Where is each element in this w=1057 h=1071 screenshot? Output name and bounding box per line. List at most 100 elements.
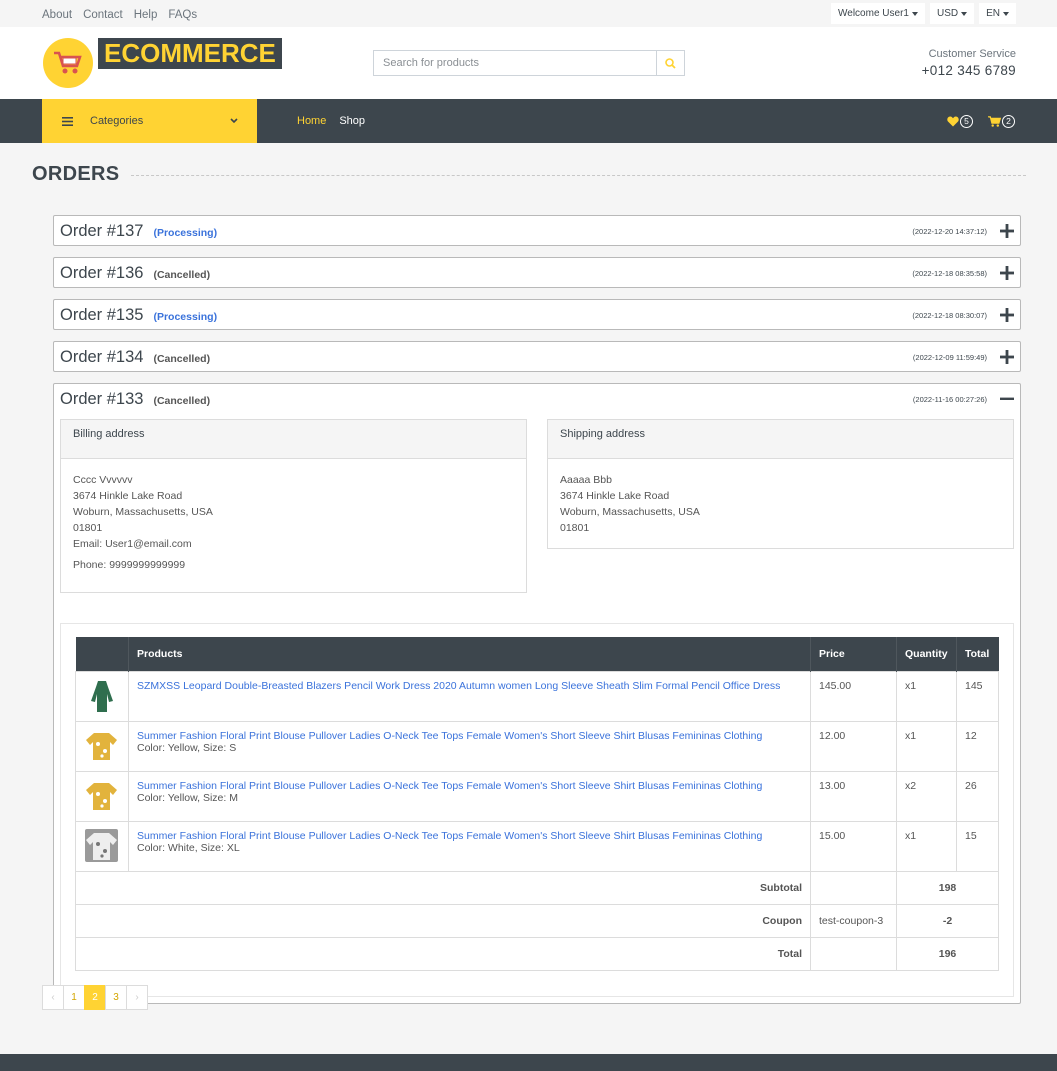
item-quantity: x1 <box>896 720 957 772</box>
customer-service-phone: +012 345 6789 <box>921 63 1016 78</box>
coupon-code: test-coupon-3 <box>810 903 897 938</box>
order-card: Order #134 (Cancelled) (2022-12-09 11:59… <box>53 341 1021 372</box>
order-header[interactable]: Order #133 (Cancelled) (2022-11-16 00:27… <box>54 384 1020 415</box>
subtotal-row: Subtotal 198 <box>75 870 999 905</box>
coupon-label: Coupon <box>75 903 811 938</box>
order-header[interactable]: Order #134 (Cancelled) (2022-12-09 11:59… <box>54 342 1020 373</box>
product-thumbnail[interactable] <box>85 778 118 812</box>
item-quantity: x1 <box>896 820 957 872</box>
billing-name: Cccc Vvvvvv <box>73 474 133 486</box>
item-price: 145.00 <box>810 670 897 722</box>
product-thumbnail[interactable] <box>85 828 118 862</box>
site-header: ECOMMERCE Customer Service +012 345 6789 <box>0 27 1057 99</box>
expand-plus-icon[interactable] <box>1000 266 1014 280</box>
cart-button[interactable]: 2 <box>988 114 1015 128</box>
pagination: ‹ 1 2 3 › <box>42 985 148 1010</box>
heart-icon <box>947 116 959 126</box>
categories-dropdown[interactable]: Categories <box>42 99 257 143</box>
orders-list: Order #137 (Processing) (2022-12-20 14:3… <box>53 215 1021 1015</box>
table-header-row: Products Price Quantity Total <box>75 637 999 671</box>
nav-shop[interactable]: Shop <box>339 115 365 127</box>
product-thumbnail[interactable] <box>85 728 118 762</box>
collapse-minus-icon[interactable] <box>1000 392 1014 406</box>
subtotal-label: Subtotal <box>75 870 811 905</box>
order-status: (Cancelled) <box>153 269 211 281</box>
menu-icon <box>62 116 73 126</box>
total-value: 196 <box>896 936 999 971</box>
total-row: Total 196 <box>75 936 999 971</box>
coupon-value: -2 <box>896 903 999 938</box>
help-link[interactable]: Help <box>134 9 158 21</box>
item-quantity: x1 <box>896 670 957 722</box>
wishlist-count-badge: 5 <box>960 114 973 128</box>
pagination-page-3[interactable]: 3 <box>105 985 127 1010</box>
shipping-street: 3674 Hinkle Lake Road <box>560 490 670 502</box>
footer <box>0 1054 1057 1071</box>
nav-home[interactable]: Home <box>297 115 326 127</box>
page-title: ORDERS <box>32 163 120 185</box>
faqs-link[interactable]: FAQs <box>168 9 197 21</box>
table-row: Summer Fashion Floral Print Blouse Pullo… <box>75 720 999 772</box>
order-number: Order #137 <box>60 222 144 240</box>
order-number: Order #136 <box>60 264 144 282</box>
item-total: 12 <box>956 720 999 772</box>
order-status: (Processing) <box>153 227 218 239</box>
search-button[interactable] <box>656 51 684 75</box>
order-number: Order #134 <box>60 348 144 366</box>
expand-plus-icon[interactable] <box>1000 224 1014 238</box>
order-date: (2022-12-09 11:59:49) <box>912 353 987 362</box>
order-date: (2022-12-18 08:35:58) <box>912 269 987 278</box>
logo[interactable]: ECOMMERCE <box>43 37 282 88</box>
logo-text: ECOMMERCE <box>98 37 282 69</box>
coupon-row: Coupon test-coupon-3 -2 <box>75 903 999 938</box>
search-input[interactable] <box>374 51 656 75</box>
cart-count-badge: 2 <box>1002 114 1015 128</box>
order-date: (2022-12-18 08:30:07) <box>912 311 987 320</box>
billing-street: 3674 Hinkle Lake Road <box>73 490 183 502</box>
search-icon <box>665 57 676 69</box>
currency-dropdown[interactable]: USD <box>929 3 975 24</box>
shopping-cart-icon <box>988 115 1001 127</box>
product-link[interactable]: Summer Fashion Floral Print Blouse Pullo… <box>137 730 762 742</box>
order-date: (2022-11-16 00:27:26) <box>912 395 987 404</box>
product-link[interactable]: Summer Fashion Floral Print Blouse Pullo… <box>137 780 762 792</box>
expand-plus-icon[interactable] <box>1000 308 1014 322</box>
billing-city: Woburn, Massachusetts, USA <box>73 506 213 518</box>
customer-service-label: Customer Service <box>928 48 1016 60</box>
product-thumbnail[interactable] <box>85 678 118 712</box>
item-total: 145 <box>956 670 999 722</box>
contact-link[interactable]: Contact <box>83 9 123 21</box>
shipping-city: Woburn, Massachusetts, USA <box>560 506 700 518</box>
search-bar <box>373 50 685 76</box>
expand-plus-icon[interactable] <box>1000 350 1014 364</box>
pagination-page-1[interactable]: 1 <box>63 985 85 1010</box>
product-link[interactable]: SZMXSS Leopard Double-Breasted Blazers P… <box>137 680 780 692</box>
categories-label: Categories <box>90 115 144 127</box>
order-header[interactable]: Order #135 (Processing) (2022-12-18 08:3… <box>54 300 1020 331</box>
billing-email: Email: User1@email.com <box>73 538 192 550</box>
order-status: (Cancelled) <box>153 395 211 407</box>
product-variant: Color: White, Size: XL <box>137 841 240 854</box>
order-header[interactable]: Order #136 (Cancelled) (2022-12-18 08:35… <box>54 258 1020 289</box>
wishlist-button[interactable]: 5 <box>947 114 973 128</box>
user-dropdown[interactable]: Welcome User1 <box>831 3 925 24</box>
total-empty <box>810 936 897 971</box>
language-dropdown[interactable]: EN <box>979 3 1016 24</box>
order-card: Order #137 (Processing) (2022-12-20 14:3… <box>53 215 1021 246</box>
item-total: 15 <box>956 820 999 872</box>
top-links: About Contact Help FAQs <box>42 7 208 21</box>
pagination-page-2[interactable]: 2 <box>84 985 106 1010</box>
quantity-column-header: Quantity <box>896 637 957 671</box>
about-link[interactable]: About <box>42 9 72 21</box>
pagination-next[interactable]: › <box>126 985 148 1010</box>
shipping-name: Aaaaa Bbb <box>560 474 612 486</box>
order-status: (Cancelled) <box>153 353 211 365</box>
table-row: Summer Fashion Floral Print Blouse Pullo… <box>75 820 999 872</box>
shipping-address-card: Shipping address Aaaaa Bbb 3674 Hinkle L… <box>547 419 1014 549</box>
product-link[interactable]: Summer Fashion Floral Print Blouse Pullo… <box>137 830 762 842</box>
products-column-header: Products <box>128 637 811 671</box>
title-divider <box>131 175 1026 176</box>
item-total: 26 <box>956 770 999 822</box>
order-header[interactable]: Order #137 (Processing) (2022-12-20 14:3… <box>54 216 1020 247</box>
pagination-prev[interactable]: ‹ <box>42 985 64 1010</box>
